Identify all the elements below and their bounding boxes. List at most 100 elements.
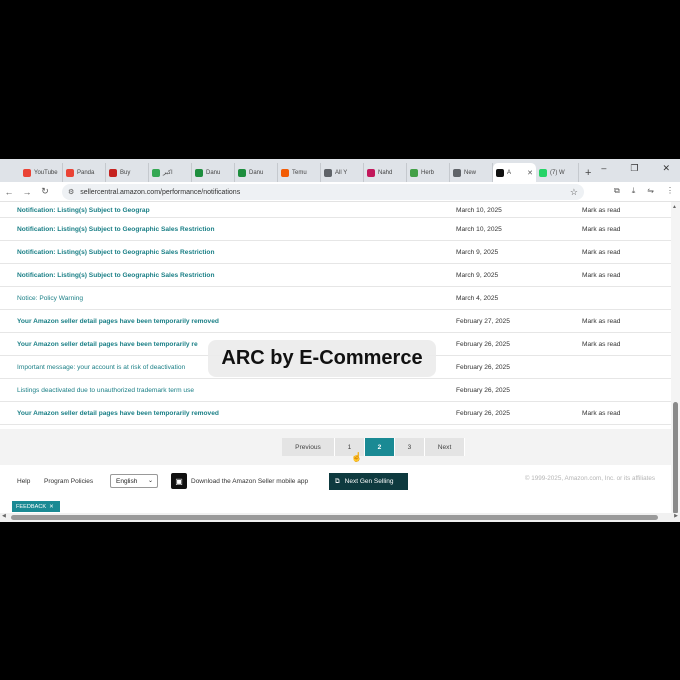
- language-select[interactable]: English ⌄: [110, 474, 158, 488]
- notification-title-link[interactable]: Notification: Listing(s) Subject to Geog…: [17, 226, 214, 233]
- whatsapp-icon: [539, 168, 547, 177]
- mark-as-read-link[interactable]: Mark as read: [582, 318, 620, 325]
- browser-tab[interactable]: (7) W: [536, 163, 579, 182]
- mark-as-read-link[interactable]: Mark as read: [582, 207, 620, 214]
- feedback-button[interactable]: FEEDBACK ✕: [12, 501, 60, 512]
- url-text: sellercentral.amazon.com/performance/not…: [80, 188, 241, 196]
- horizontal-scrollbar-thumb[interactable]: [11, 515, 658, 520]
- notification-title-link[interactable]: Important message: your account is at ri…: [17, 364, 185, 371]
- pagination: Previous 1 2 3 Next: [282, 438, 465, 456]
- sheet-icon: [195, 168, 203, 177]
- tab-strip: YouTube Panda Buy اكبر Danu Danu Temu All Y Nahd…: [0, 159, 680, 182]
- notification-row: Your Amazon seller detail pages have bee…: [0, 402, 671, 425]
- mark-as-read-link[interactable]: Mark as read: [582, 341, 620, 348]
- horizontal-scrollbar[interactable]: ◀ ▶: [0, 513, 680, 522]
- new-tab-button[interactable]: +: [579, 163, 597, 182]
- copyright-text: © 1999-2025, Amazon.com, Inc. or its aff…: [524, 475, 655, 482]
- notification-title-link[interactable]: Your Amazon seller detail pages have bee…: [17, 410, 219, 417]
- browser-tab[interactable]: Danu: [192, 163, 235, 182]
- tab-label: (7) W: [550, 169, 565, 176]
- browser-tab[interactable]: A ✕: [493, 163, 536, 182]
- browser-tab[interactable]: اكبر: [149, 163, 192, 182]
- tab-label: اكبر: [163, 170, 173, 176]
- page-2-button[interactable]: 2: [365, 438, 395, 456]
- notification-list: Notification: Listing(s) Subject to Geog…: [0, 202, 671, 425]
- scrollbar-thumb[interactable]: [673, 402, 678, 514]
- extension-icon[interactable]: ⇋: [647, 186, 654, 196]
- minimize-button[interactable]: –: [601, 163, 606, 174]
- help-link[interactable]: Help: [17, 478, 30, 485]
- forward-icon[interactable]: →: [18, 187, 36, 197]
- temu-icon: [281, 168, 289, 177]
- heart-icon: [367, 168, 375, 177]
- notification-date: March 10, 2025: [456, 226, 502, 233]
- site-info-icon[interactable]: ⚙: [68, 188, 74, 196]
- pagination-area: Previous 1 2 3 Next: [0, 429, 671, 465]
- browser-tab[interactable]: Temu: [278, 163, 321, 182]
- globe-icon: [324, 168, 332, 177]
- menu-kebab-icon[interactable]: ⋮: [666, 186, 674, 196]
- scroll-up-icon[interactable]: ▲: [672, 204, 677, 210]
- notification-date: February 27, 2025: [456, 318, 510, 325]
- notification-title-link[interactable]: Notification: Listing(s) Subject to Geog…: [17, 272, 214, 279]
- notification-date: February 26, 2025: [456, 387, 510, 394]
- gmail-icon: [23, 168, 31, 177]
- mouse-pointer-icon: ☝: [351, 452, 363, 462]
- browser-tab[interactable]: All Y: [321, 163, 364, 182]
- amazon-icon: [496, 168, 504, 177]
- download-icon[interactable]: ⤓: [632, 186, 636, 196]
- mobile-app-icon[interactable]: ▣: [171, 473, 187, 489]
- browser-tab[interactable]: Danu: [235, 163, 278, 182]
- notification-title-link[interactable]: Notification: Listing(s) Subject to Geog…: [17, 207, 150, 214]
- browser-tab[interactable]: YouTube: [20, 163, 63, 182]
- reload-icon[interactable]: ↻: [36, 186, 54, 197]
- browser-tab[interactable]: Herb: [407, 163, 450, 182]
- notification-row: Notification: Listing(s) Subject to Geog…: [0, 264, 671, 287]
- globe-icon: [453, 168, 461, 177]
- mark-as-read-link[interactable]: Mark as read: [582, 249, 620, 256]
- notification-date: February 26, 2025: [456, 410, 510, 417]
- notification-date: March 9, 2025: [456, 249, 499, 256]
- address-bar[interactable]: ⚙ sellercentral.amazon.com/performance/n…: [62, 184, 584, 200]
- browser-toolbar: ← → ↻ ⚙ sellercentral.amazon.com/perform…: [0, 182, 680, 202]
- mark-as-read-link[interactable]: Mark as read: [582, 226, 620, 233]
- notification-row: Notification: Listing(s) Subject to Geog…: [0, 241, 671, 264]
- page-3-button[interactable]: 3: [395, 438, 425, 456]
- notification-title-link[interactable]: Listings deactivated due to unauthorized…: [17, 387, 194, 394]
- next-page-button[interactable]: Next: [425, 438, 465, 456]
- bookmark-star-icon[interactable]: ☆: [570, 187, 578, 198]
- program-policies-link[interactable]: Program Policies: [44, 478, 93, 485]
- browser-tab[interactable]: New: [450, 163, 493, 182]
- browser-tab[interactable]: Nahd: [364, 163, 407, 182]
- tab-label: A: [507, 169, 512, 176]
- notification-date: March 4, 2025: [456, 295, 499, 302]
- close-tab-icon[interactable]: ✕: [527, 169, 533, 177]
- notification-row: Listings deactivated due to unauthorized…: [0, 379, 671, 402]
- mark-as-read-link[interactable]: Mark as read: [582, 410, 620, 417]
- next-gen-selling-button[interactable]: ⧉ Next Gen Selling: [329, 473, 408, 490]
- scroll-left-icon[interactable]: ◀: [2, 513, 6, 519]
- tab-label: New: [464, 169, 477, 176]
- sheet-icon: [238, 168, 246, 177]
- restore-button[interactable]: ❐: [630, 163, 638, 174]
- notification-title-link[interactable]: Your Amazon seller detail pages have bee…: [17, 318, 219, 325]
- close-icon[interactable]: ✕: [49, 504, 54, 510]
- flag-icon: [152, 168, 160, 177]
- scroll-right-icon[interactable]: ▶: [674, 513, 678, 519]
- feedback-label: FEEDBACK: [16, 503, 47, 510]
- close-window-button[interactable]: ✕: [662, 163, 670, 174]
- notification-title-link[interactable]: Your Amazon seller detail pages have bee…: [17, 341, 198, 348]
- extensions-icon[interactable]: ⧉: [614, 186, 620, 196]
- previous-page-button[interactable]: Previous: [282, 438, 335, 456]
- tab-label: Panda: [77, 169, 95, 176]
- notification-title-link[interactable]: Notice: Policy Warning: [17, 295, 83, 302]
- notification-date: March 10, 2025: [456, 207, 502, 214]
- browser-tab[interactable]: Panda: [63, 163, 106, 182]
- notification-title-link[interactable]: Notification: Listing(s) Subject to Geog…: [17, 249, 214, 256]
- chevron-down-icon: ⌄: [147, 478, 153, 484]
- vertical-scrollbar[interactable]: ▲ ▼: [671, 202, 680, 522]
- mark-as-read-link[interactable]: Mark as read: [582, 272, 620, 279]
- browser-tab[interactable]: Buy: [106, 163, 149, 182]
- download-app-link[interactable]: Download the Amazon Seller mobile app: [191, 478, 308, 485]
- back-icon[interactable]: ←: [0, 187, 18, 197]
